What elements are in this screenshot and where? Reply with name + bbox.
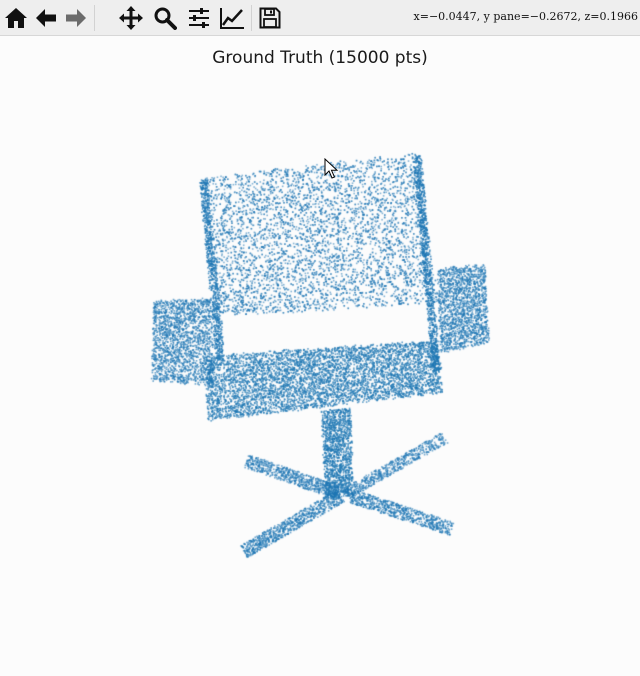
configure-subplots-button[interactable] bbox=[185, 4, 213, 32]
arrow-right-icon bbox=[66, 9, 86, 27]
plot-canvas[interactable]: Ground Truth (15000 pts) bbox=[0, 37, 640, 676]
save-button[interactable] bbox=[256, 4, 284, 32]
mouse-pointer-icon bbox=[324, 158, 339, 179]
toolbar-separator bbox=[251, 5, 252, 31]
zoom-button[interactable] bbox=[151, 4, 179, 32]
sliders-icon bbox=[189, 8, 209, 28]
arrow-left-icon bbox=[36, 9, 56, 27]
cursor-coordinates-readout: x=−0.0447, y pane=−0.2672, z=0.1966 bbox=[413, 10, 638, 23]
edit-axis-button[interactable] bbox=[218, 4, 246, 32]
magnifier-icon bbox=[154, 7, 177, 30]
home-icon bbox=[5, 8, 27, 28]
plot-title: Ground Truth (15000 pts) bbox=[212, 48, 428, 68]
toolbar-separator bbox=[94, 5, 95, 31]
navigation-toolbar: x=−0.0447, y pane=−0.2672, z=0.1966 bbox=[0, 0, 640, 36]
point-cloud-3d[interactable] bbox=[0, 37, 640, 676]
floppy-disk-icon bbox=[259, 7, 281, 29]
line-chart-icon bbox=[220, 8, 244, 29]
back-button[interactable] bbox=[32, 4, 60, 32]
pan-button[interactable] bbox=[117, 4, 145, 32]
move-icon bbox=[119, 6, 143, 30]
home-button[interactable] bbox=[2, 4, 30, 32]
forward-button[interactable] bbox=[62, 4, 90, 32]
matplotlib-figure-window: x=−0.0447, y pane=−0.2672, z=0.1966 Grou… bbox=[0, 0, 640, 676]
